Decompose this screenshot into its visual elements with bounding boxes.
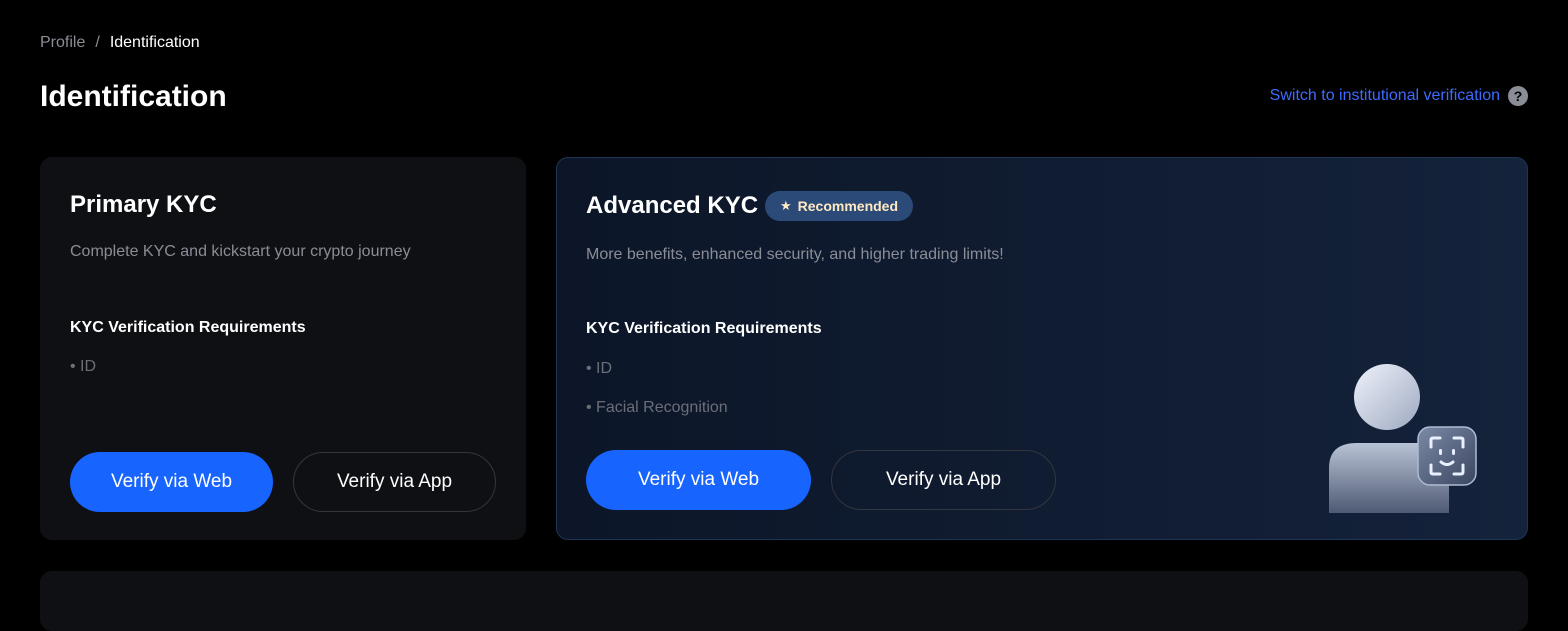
primary-verify-web-button[interactable]: Verify via Web: [70, 452, 273, 512]
primary-kyc-requirement-id: • ID: [70, 358, 97, 375]
advanced-kyc-title: Advanced KYC: [586, 192, 759, 219]
advanced-verify-app-button[interactable]: Verify via App: [831, 450, 1056, 510]
breadcrumb: Profile / Identification: [40, 34, 200, 52]
primary-kyc-card: Primary KYC Complete KYC and kickstart y…: [40, 157, 526, 540]
primary-kyc-description: Complete KYC and kickstart your crypto j…: [70, 243, 411, 260]
institutional-verification-label: Switch to institutional verification: [1269, 87, 1500, 104]
breadcrumb-current: Identification: [109, 34, 200, 51]
advanced-verify-web-button[interactable]: Verify via Web: [586, 450, 811, 510]
breadcrumb-profile-link[interactable]: Profile: [40, 34, 85, 52]
advanced-kyc-card: Advanced KYC ★ Recommended More benefits…: [556, 157, 1528, 540]
primary-kyc-title: Primary KYC: [70, 191, 217, 218]
question-circle-icon[interactable]: ?: [1508, 86, 1528, 106]
page-title: Identification: [40, 80, 227, 113]
breadcrumb-separator: /: [95, 34, 100, 51]
primary-kyc-requirements-heading: KYC Verification Requirements: [70, 319, 306, 336]
advanced-kyc-requirement-facial: • Facial Recognition: [586, 399, 728, 416]
institutional-verification-link[interactable]: Switch to institutional verification ?: [1270, 86, 1528, 106]
advanced-kyc-description: More benefits, enhanced security, and hi…: [586, 246, 1004, 263]
primary-verify-app-button[interactable]: Verify via App: [293, 452, 496, 512]
next-section-panel: [40, 571, 1528, 631]
recommended-badge-label: Recommended: [797, 198, 899, 214]
star-icon: ★: [780, 198, 792, 213]
face-recognition-person-icon: [1329, 364, 1477, 513]
advanced-kyc-requirements-heading: KYC Verification Requirements: [586, 320, 822, 337]
advanced-kyc-requirement-id: • ID: [586, 360, 613, 377]
recommended-badge: ★ Recommended: [765, 191, 914, 221]
